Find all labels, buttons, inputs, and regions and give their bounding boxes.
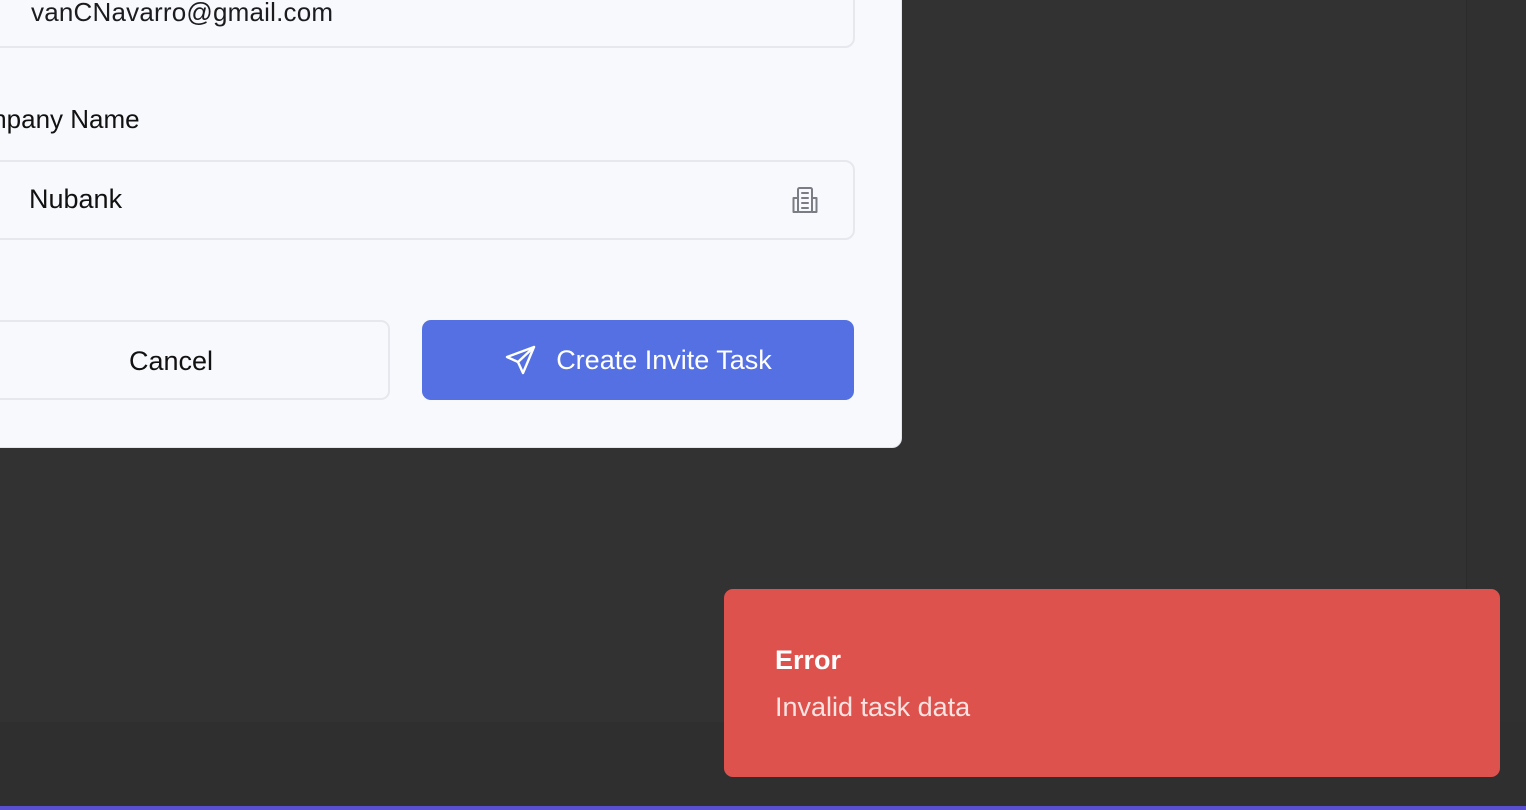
send-icon [505, 345, 536, 375]
cancel-button[interactable]: Cancel [0, 320, 390, 400]
toast-title: Error [775, 645, 842, 675]
company-name-field[interactable]: Nubank [0, 160, 855, 240]
building-icon [792, 187, 818, 213]
cancel-button-label: Cancel [129, 346, 214, 376]
email-field-value: vanCNavarro@gmail.com [31, 0, 334, 27]
toast-message: Invalid task data [775, 692, 971, 722]
create-invite-task-button[interactable]: Create Invite Task [422, 320, 854, 400]
bottom-accent-line [0, 806, 1526, 810]
screen: vanCNavarro@gmail.com mpany Name Nubank … [0, 0, 1526, 810]
company-name-value: Nubank [29, 184, 123, 214]
error-toast[interactable]: Error Invalid task data [724, 589, 1500, 777]
company-name-label: mpany Name [0, 104, 140, 134]
email-field[interactable]: vanCNavarro@gmail.com [0, 0, 855, 48]
invite-task-modal: vanCNavarro@gmail.com mpany Name Nubank … [0, 0, 902, 448]
create-invite-task-label: Create Invite Task [556, 344, 772, 375]
